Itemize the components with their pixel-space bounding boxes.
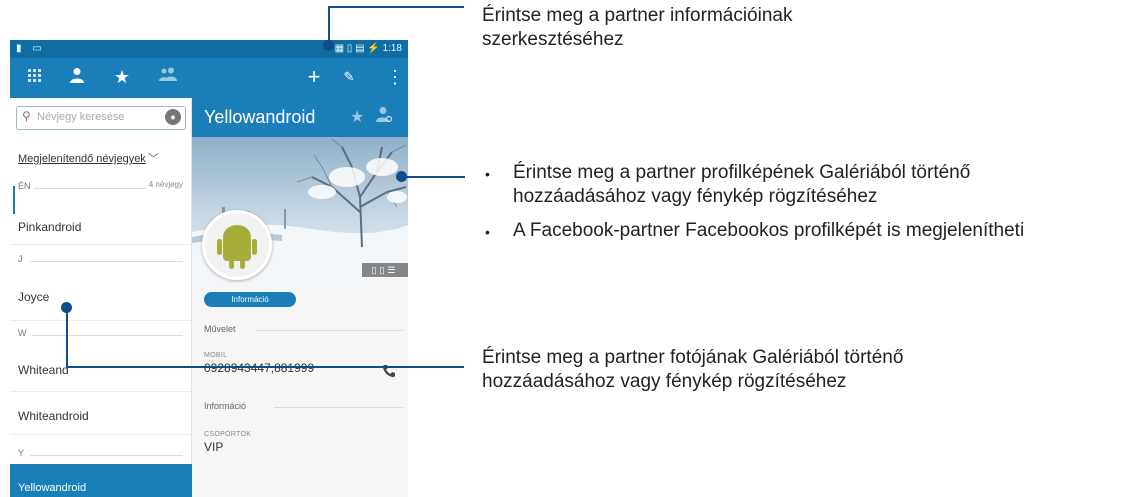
section-divider [274, 407, 404, 408]
search-icon: ⚲ [22, 109, 31, 123]
status-left-icons: ▮ ▭ [16, 43, 46, 54]
filter-label: Megjelenítendő névjegyek [18, 153, 146, 165]
contact-item[interactable]: Joyce [18, 290, 49, 304]
status-bar: ▮ ▭ ✈ ▦ ▯ ▤ ⚡ 1:18 [10, 40, 408, 58]
search-box: ⚲ ● [16, 106, 186, 130]
annotation-profile-photo: Érintse meg a partner profilképének Galé… [513, 162, 971, 207]
section-header-y: Y [18, 448, 183, 458]
contact-count: 4 névjegy [145, 180, 183, 189]
profile-photo-area[interactable]: ▯▯☰ [192, 137, 408, 283]
status-right-info: ✈ ▦ ▯ ▤ ⚡ 1:18 [323, 43, 402, 54]
callout-dot-bottom [61, 302, 72, 313]
callout-dot-middle [396, 171, 407, 182]
section-letter: ÉN [18, 181, 31, 191]
annotation-facebook-photo: A Facebook-partner Facebookos profilképé… [513, 220, 1025, 241]
chevron-down-icon: ﹀ [147, 153, 159, 165]
section-action-title: Művelet [204, 324, 236, 334]
section-letter: W [18, 328, 27, 338]
section-divider [30, 455, 183, 456]
photo-options-icons[interactable]: ▯▯☰ [362, 263, 408, 277]
section-divider [256, 330, 404, 331]
bullet-marker: • [485, 224, 490, 240]
bullet-marker: • [485, 166, 490, 182]
mobile-label: MOBIL [204, 352, 228, 359]
contact-item[interactable]: Pinkandroid [18, 220, 81, 234]
callout-connector-middle [401, 176, 465, 178]
annotation-edit-info: Érintse meg a partner információinak sze… [482, 5, 793, 50]
callout-dot-top [323, 40, 334, 51]
edit-icon[interactable]: ✎ [334, 66, 364, 88]
section-header-w: W [18, 328, 183, 338]
person-settings-icon[interactable] [376, 106, 393, 127]
person-settings-svg [376, 107, 393, 123]
detail-header: Yellowandroid ★ [192, 98, 408, 137]
divider [10, 320, 191, 321]
contact-item-label: Yellowandroid [18, 482, 87, 494]
contact-name: Yellowandroid [204, 107, 316, 127]
star-icon[interactable]: ★ [107, 66, 137, 88]
phone-screen: ▮ ▭ ✈ ▦ ▯ ▤ ⚡ 1:18 ★ + ✎ ⋮ ⚲ ● Megjelení… [10, 40, 408, 497]
contact-item-selected[interactable]: Yellowandroid [10, 464, 192, 497]
person-icon-svg [70, 68, 84, 83]
section-header-en: ÉN 4 névjegy [18, 180, 183, 191]
grid-icon[interactable] [20, 66, 50, 88]
android-avatar-icon [217, 225, 257, 269]
group-icon[interactable] [153, 66, 183, 88]
section-divider [32, 335, 183, 336]
person-icon[interactable] [62, 66, 92, 88]
favorite-star-icon[interactable]: ★ [350, 107, 364, 127]
groups-value[interactable]: VIP [204, 440, 223, 454]
section-letter: J [18, 254, 23, 264]
annotation-contact-photo: Érintse meg a partner fotójának Galériáb… [482, 347, 904, 392]
display-contacts-filter[interactable]: Megjelenítendő névjegyek ﹀ [18, 150, 159, 166]
search-input[interactable] [37, 109, 157, 125]
divider [10, 391, 191, 392]
contact-avatar[interactable] [202, 210, 272, 280]
divider [10, 434, 191, 435]
groups-label: CSOPORTOK [204, 431, 252, 438]
contact-detail-panel: Yellowandroid ★ ▯▯☰ Információ Művelet M… [192, 98, 408, 497]
tab-information[interactable]: Információ [204, 292, 296, 307]
contact-list-panel: ⚲ ● Megjelenítendő névjegyek﹀ ÉN 4 névje… [10, 98, 192, 497]
toolbar: ★ + ✎ ⋮ [10, 58, 408, 98]
selection-indicator [13, 186, 15, 214]
section-letter: Y [18, 448, 25, 458]
divider [10, 244, 191, 245]
contact-item[interactable]: Whiteandroid [18, 409, 89, 423]
contact-item[interactable]: Whiteand [18, 363, 69, 377]
section-header-j: J [18, 254, 183, 264]
callout-connector-bottom-vertical [66, 307, 68, 367]
grid-icon-svg [28, 69, 41, 82]
group-icon-svg [159, 67, 177, 81]
section-divider [30, 261, 183, 262]
mic-icon[interactable]: ● [165, 109, 181, 125]
more-icon[interactable]: ⋮ [380, 66, 408, 88]
section-info-title: Információ [204, 401, 247, 411]
callout-connector-top-horizontal [328, 6, 464, 8]
mobile-number[interactable]: 0928943447,881999 [204, 361, 314, 375]
callout-connector-bottom-horizontal [66, 366, 464, 368]
add-icon[interactable]: + [299, 66, 329, 88]
